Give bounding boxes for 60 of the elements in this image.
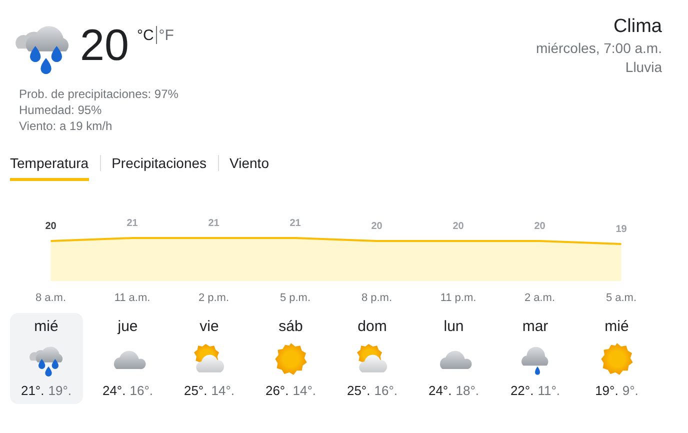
data-label: 20: [45, 221, 56, 232]
tab[interactable]: Viento: [230, 151, 269, 181]
high-temperature: 26°.: [265, 383, 289, 398]
time-label: 8 p.m.: [360, 292, 394, 304]
day-forecast[interactable]: sáb 26°. 14°.: [254, 313, 327, 404]
weather-detail: Prob. de precipitaciones: 97%: [19, 86, 178, 102]
day-name: mié: [604, 317, 629, 337]
tab[interactable]: Temperatura: [10, 151, 89, 181]
high-temperature: 25°.: [184, 383, 208, 398]
day-name: mié: [34, 317, 58, 337]
time-label: 5 a.m.: [604, 292, 638, 304]
day-name: jue: [118, 317, 138, 337]
day-forecast[interactable]: lun 24°. 18°.: [418, 313, 490, 404]
day-name: lun: [444, 317, 464, 337]
day-forecast[interactable]: dom 25°. 16°.: [336, 313, 408, 404]
data-label: 20: [534, 221, 546, 232]
time-label: 11 p.m.: [439, 292, 478, 304]
low-temperature: 14°.: [292, 383, 316, 398]
low-temperature: 9°.: [622, 383, 638, 398]
time-label: 11 a.m.: [113, 292, 152, 304]
data-label: 21: [126, 218, 138, 229]
tab[interactable]: Precipitaciones: [112, 151, 207, 181]
date-time: miércoles, 7:00 a.m.: [536, 39, 662, 58]
day-forecast[interactable]: mié 19°. 9°.: [580, 313, 653, 404]
data-label: 21: [208, 218, 220, 229]
low-temperature: 16°.: [130, 383, 154, 398]
day-name: sáb: [278, 317, 303, 337]
condition-text: Lluvia: [625, 58, 662, 77]
high-temperature: 22°.: [510, 383, 534, 398]
high-temperature: 24°.: [102, 383, 126, 398]
weather-detail: Humedad: 95%: [19, 102, 103, 118]
data-label: 20: [371, 221, 382, 232]
low-temperature: 11°.: [538, 383, 560, 398]
data-label: 20: [452, 221, 464, 232]
unit-toggle[interactable]: °C: [134, 26, 156, 44]
time-label: 2 a.m.: [523, 292, 556, 304]
unit-toggle[interactable]: °F: [156, 26, 176, 44]
day-forecast[interactable]: mié 21°. 19°.: [10, 313, 82, 404]
data-label: 19: [616, 224, 627, 235]
widget-title: Clima: [613, 15, 662, 39]
day-forecast[interactable]: jue 24°. 16°.: [92, 313, 164, 404]
day-forecast[interactable]: mar 22°. 11°.: [499, 313, 572, 404]
low-temperature: 14°.: [211, 383, 235, 398]
high-temperature: 24°.: [428, 383, 452, 398]
data-label: 21: [290, 218, 301, 229]
time-label: 5 p.m.: [278, 292, 312, 304]
temperature-value: 20: [80, 24, 129, 68]
low-temperature: 19°.: [48, 383, 72, 398]
low-temperature: 18°.: [456, 383, 480, 398]
time-label: 2 p.m.: [197, 292, 230, 304]
day-name: dom: [358, 317, 387, 337]
low-temperature: 16°.: [374, 383, 398, 398]
day-name: vie: [200, 317, 219, 337]
day-forecast[interactable]: vie 25°. 14°.: [173, 313, 246, 404]
high-temperature: 21°.: [20, 383, 44, 398]
day-name: mar: [522, 317, 548, 337]
time-label: 8 a.m.: [34, 292, 68, 304]
high-temperature: 25°.: [346, 383, 370, 398]
high-temperature: 19°.: [595, 383, 618, 398]
weather-detail: Viento: a 19 km/h: [19, 118, 114, 134]
